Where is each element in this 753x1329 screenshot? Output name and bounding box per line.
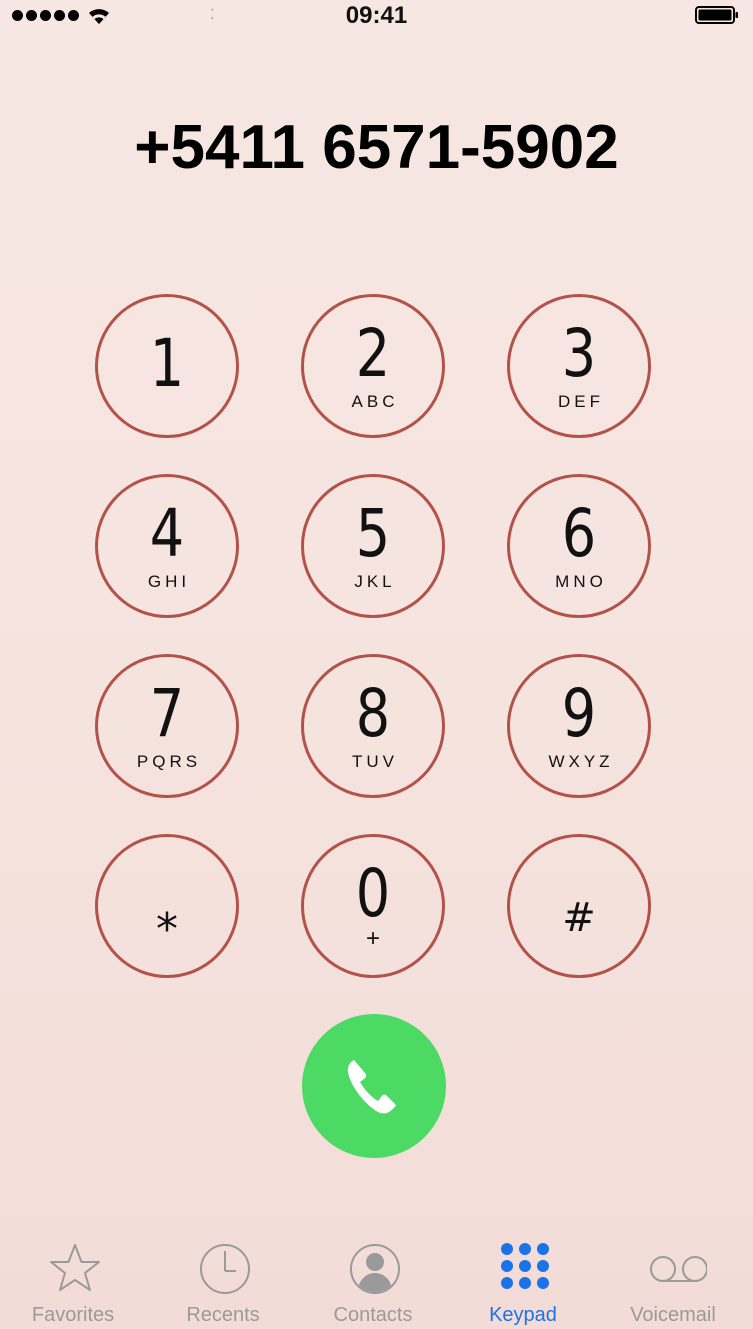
tab-bar: Favorites Recents Contacts Keypad Voicem… [0, 1226, 753, 1329]
tab-contacts[interactable]: Contacts [303, 1226, 443, 1329]
tab-voicemail[interactable]: Voicemail [603, 1226, 743, 1329]
key-letters: ABC [351, 392, 399, 411]
key-letters: GHI [147, 572, 191, 591]
key-9[interactable]: 9 WXYZ [507, 654, 651, 798]
key-letters: DEF [558, 392, 604, 411]
battery-full-icon [695, 6, 738, 24]
key-3[interactable]: 3 DEF [507, 294, 651, 438]
tab-favorites[interactable]: Favorites [3, 1226, 143, 1329]
key-5[interactable]: 5 JKL [301, 474, 445, 618]
key-digit: 7 [149, 675, 185, 752]
key-digit: ⁎ [156, 890, 178, 941]
voicemail-icon [650, 1256, 707, 1282]
key-digit: 6 [561, 495, 597, 572]
clock-icon [200, 1244, 250, 1294]
tab-label: Contacts [333, 1304, 413, 1326]
call-button[interactable] [302, 1014, 446, 1158]
key-1[interactable]: 1 [95, 294, 239, 438]
tab-label: Keypad [489, 1304, 557, 1326]
key-digit: 9 [561, 675, 597, 752]
key-hash[interactable]: # [507, 834, 651, 978]
key-digit: 8 [355, 675, 391, 752]
key-digit: 5 [355, 495, 391, 572]
key-digit: 4 [149, 495, 185, 572]
key-letters: PQRS [136, 752, 202, 771]
key-digit: 1 [149, 325, 185, 402]
status-time: 09:41 [345, 2, 408, 29]
key-letters: WXYZ [548, 752, 614, 771]
contacts-icon [350, 1244, 400, 1294]
star-icon [50, 1244, 100, 1291]
key-star[interactable]: ⁎ [95, 834, 239, 978]
key-digit: 3 [561, 315, 597, 392]
tab-keypad[interactable]: Keypad [453, 1226, 593, 1329]
tab-label: Voicemail [630, 1304, 716, 1326]
tab-label: Favorites [31, 1304, 115, 1326]
key-4[interactable]: 4 GHI [95, 474, 239, 618]
status-bar: ⁚ 09:41 [0, 0, 753, 34]
key-2[interactable]: 2 ABC [301, 294, 445, 438]
key-0[interactable]: 0 + [301, 834, 445, 978]
key-digit: 0 [355, 855, 391, 932]
dialed-number-display: +5411 6571-5902 [134, 113, 619, 182]
key-letters: + [365, 925, 380, 952]
tab-recents[interactable]: Recents [153, 1226, 293, 1329]
key-digit: 2 [355, 315, 391, 392]
key-letters: TUV [352, 752, 398, 771]
key-letters: MNO [555, 572, 607, 591]
key-letters: JKL [354, 572, 396, 591]
tab-label: Recents [186, 1304, 260, 1326]
key-7[interactable]: 7 PQRS [95, 654, 239, 798]
phone-icon [347, 1060, 396, 1114]
key-6[interactable]: 6 MNO [507, 474, 651, 618]
keypad-icon [501, 1243, 549, 1289]
key-8[interactable]: 8 TUV [301, 654, 445, 798]
key-digit: # [562, 895, 596, 941]
